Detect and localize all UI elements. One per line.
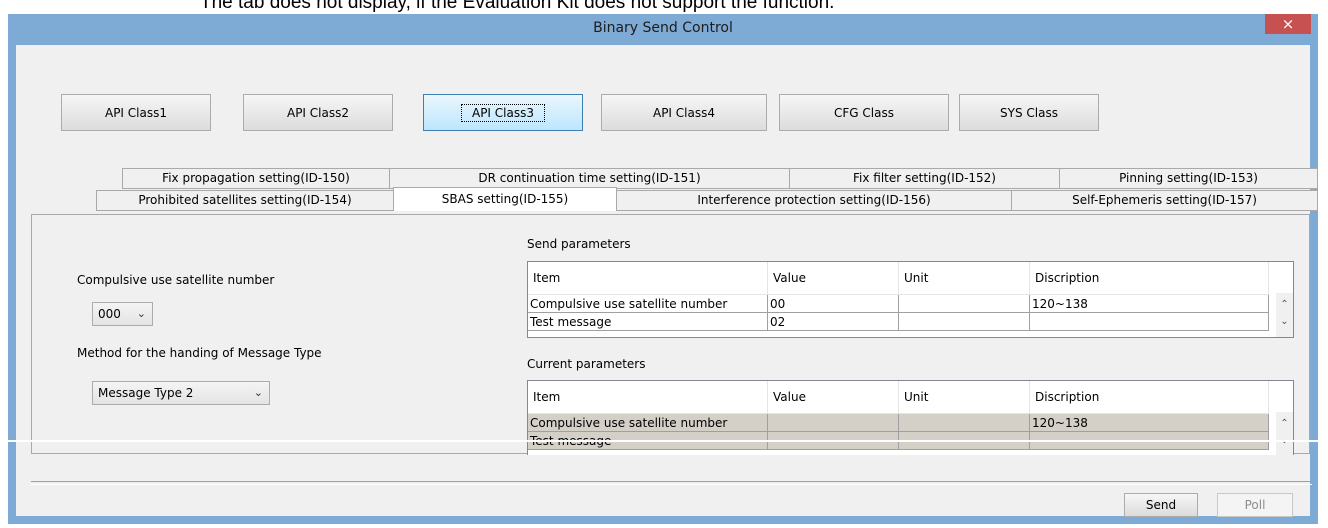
cfg-class-label: CFG Class: [834, 105, 894, 120]
tab-fix-filter[interactable]: Fix filter setting(ID-152): [789, 168, 1060, 189]
column-header[interactable]: Discription: [1029, 381, 1269, 414]
api-class1-label: API Class1: [104, 105, 167, 120]
caption-note: The tab does not display, if the Evaluat…: [200, 0, 835, 13]
close-icon: ×: [1281, 15, 1295, 33]
vertical-scrollbar[interactable]: ⌃ ⌄: [1276, 412, 1293, 455]
send-parameters-title: Send parameters: [527, 237, 631, 251]
sat-number-label: Compulsive use satellite number: [77, 273, 275, 287]
api-class4-button[interactable]: API Class4: [601, 94, 767, 131]
method-value: Message Type 2: [98, 386, 194, 400]
table-cell[interactable]: Compulsive use satellite number: [528, 294, 768, 313]
send-parameters-grid[interactable]: Item Value Unit Discription Compulsive u…: [527, 261, 1294, 338]
api-class2-label: API Class2: [286, 105, 349, 120]
sat-number-select[interactable]: 000 ⌄: [92, 302, 153, 326]
dialog-client-area: API Class1 API Class2 API Class3 API Cla…: [16, 45, 1318, 517]
table-row[interactable]: Test message 02: [528, 312, 1269, 331]
vertical-scrollbar[interactable]: ⌃ ⌄: [1276, 293, 1293, 337]
scroll-up-icon[interactable]: ⌃: [1276, 299, 1293, 313]
tab-self-ephemeris[interactable]: Self-Ephemeris setting(ID-157): [1011, 190, 1318, 211]
send-button[interactable]: Send: [1124, 493, 1198, 517]
table-cell: [767, 413, 899, 432]
scroll-up-icon[interactable]: ⌃: [1276, 418, 1293, 432]
column-header[interactable]: Value: [767, 381, 899, 414]
table-cell: Compulsive use satellite number: [528, 413, 768, 432]
column-header[interactable]: Value: [767, 262, 899, 295]
chevron-down-icon: ⌄: [253, 386, 263, 399]
scroll-down-icon[interactable]: ⌄: [1276, 316, 1293, 330]
api-class1-button[interactable]: API Class1: [61, 94, 211, 131]
tab-sbas[interactable]: SBAS setting(ID-155): [393, 187, 617, 211]
poll-button-label: Poll: [1244, 498, 1266, 512]
table-cell[interactable]: 02: [767, 312, 899, 331]
separator: [31, 481, 1312, 485]
table-row[interactable]: Compulsive use satellite number 120~138: [528, 413, 1269, 432]
column-header[interactable]: Discription: [1029, 262, 1269, 295]
tab-interference-protection[interactable]: Interference protection setting(ID-156): [616, 190, 1012, 211]
sbas-settings-panel: Compulsive use satellite number 000 ⌄ Me…: [31, 214, 1310, 455]
binary-send-control-window: Binary Send Control × API Class1 API Cla…: [8, 14, 1318, 524]
send-button-label: Send: [1145, 498, 1177, 512]
current-parameters-title: Current parameters: [527, 357, 646, 371]
table-cell[interactable]: 00: [767, 294, 899, 313]
sat-number-value: 000: [98, 307, 121, 321]
tab-pinning[interactable]: Pinning setting(ID-153): [1059, 168, 1318, 189]
column-header[interactable]: Item: [528, 262, 768, 295]
tab-prohibited-satellites[interactable]: Prohibited satellites setting(ID-154): [96, 190, 394, 211]
table-cell[interactable]: [898, 312, 1030, 331]
tab-dr-continuation-time[interactable]: DR continuation time setting(ID-151): [389, 168, 790, 189]
cfg-class-button[interactable]: CFG Class: [779, 94, 949, 131]
current-parameters-grid[interactable]: Item Value Unit Discription Compulsive u…: [527, 380, 1294, 455]
table-cell[interactable]: Test message: [528, 312, 768, 331]
method-select[interactable]: Message Type 2 ⌄: [92, 381, 270, 405]
grid-header-row: Item Value Unit Discription: [528, 381, 1269, 414]
poll-button[interactable]: Poll: [1217, 493, 1293, 517]
scroll-down-icon[interactable]: ⌄: [1276, 435, 1293, 449]
api-class4-label: API Class4: [652, 105, 715, 120]
sys-class-button[interactable]: SYS Class: [959, 94, 1099, 131]
table-cell[interactable]: 120~138: [1029, 294, 1269, 313]
chevron-down-icon: ⌄: [136, 307, 146, 320]
window-title: Binary Send Control: [593, 20, 733, 36]
table-cell[interactable]: [898, 294, 1030, 313]
tab-fix-propagation[interactable]: Fix propagation setting(ID-150): [122, 168, 390, 189]
column-header[interactable]: Unit: [898, 381, 1030, 414]
column-header[interactable]: Unit: [898, 262, 1030, 295]
column-header[interactable]: Item: [528, 381, 768, 414]
api-class2-button[interactable]: API Class2: [243, 94, 393, 131]
grid-header-row: Item Value Unit Discription: [528, 262, 1269, 295]
api-class3-button[interactable]: API Class3: [423, 94, 583, 131]
sys-class-label: SYS Class: [1000, 105, 1058, 120]
api-class3-label: API Class3: [460, 103, 545, 122]
table-cell: 120~138: [1029, 413, 1269, 432]
image-crop-gap: [0, 440, 1328, 442]
table-cell: [898, 413, 1030, 432]
close-button[interactable]: ×: [1265, 14, 1311, 34]
table-row[interactable]: Compulsive use satellite number 00 120~1…: [528, 294, 1269, 313]
method-label: Method for the handing of Message Type: [77, 346, 322, 360]
table-cell[interactable]: [1029, 312, 1269, 331]
